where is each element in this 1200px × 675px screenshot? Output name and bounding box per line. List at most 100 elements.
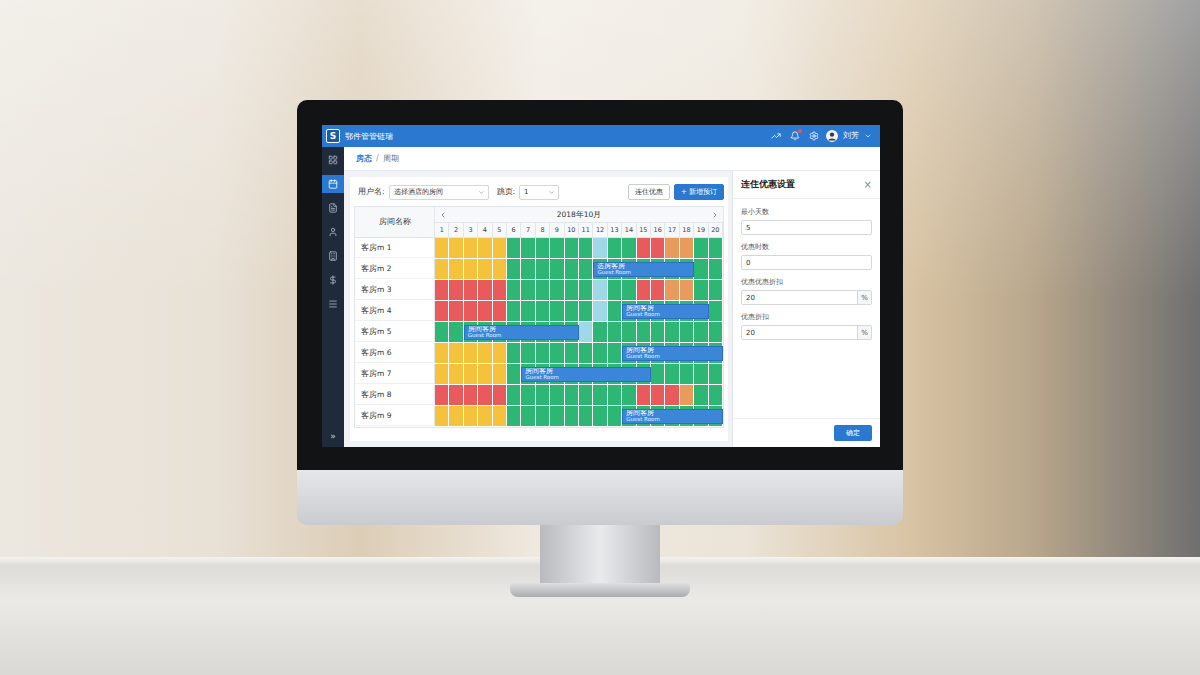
status-cell[interactable] (493, 385, 507, 405)
status-cell[interactable] (507, 301, 521, 321)
status-cell[interactable] (593, 406, 607, 426)
status-cell[interactable] (478, 343, 492, 363)
status-cell[interactable] (608, 301, 622, 321)
status-cell[interactable] (435, 406, 449, 426)
confirm-button[interactable]: 确定 (834, 425, 872, 441)
status-cell[interactable] (579, 322, 593, 342)
chevron-down-icon[interactable] (478, 189, 485, 196)
status-cell[interactable] (665, 364, 679, 384)
status-cell[interactable] (536, 343, 550, 363)
status-cell[interactable] (550, 259, 564, 279)
status-cell[interactable] (449, 343, 463, 363)
chart-icon[interactable] (771, 131, 781, 141)
status-cell[interactable] (593, 301, 607, 321)
status-cell[interactable] (651, 280, 665, 300)
status-cell[interactable] (435, 322, 449, 342)
status-cell[interactable] (521, 259, 535, 279)
status-cell[interactable] (579, 301, 593, 321)
prev-month-icon[interactable] (439, 211, 447, 219)
chevron-down-icon[interactable] (548, 189, 555, 196)
field-input[interactable]: 0 (741, 255, 872, 270)
booking-bar[interactable]: 房间客房Guest Room (622, 409, 723, 424)
next-month-icon[interactable] (711, 211, 719, 219)
breadcrumb-item[interactable]: 周期 (383, 153, 399, 164)
status-cell[interactable] (435, 343, 449, 363)
status-cell[interactable] (507, 364, 521, 384)
status-cell[interactable] (464, 280, 478, 300)
status-cell[interactable] (435, 280, 449, 300)
status-cell[interactable] (493, 343, 507, 363)
status-cell[interactable] (449, 280, 463, 300)
status-cell[interactable] (521, 406, 535, 426)
status-cell[interactable] (536, 280, 550, 300)
status-cell[interactable] (651, 364, 665, 384)
sidebar-item[interactable] (322, 151, 344, 169)
status-cell[interactable] (694, 259, 708, 279)
sidebar-item[interactable] (322, 247, 344, 265)
document-icon[interactable] (328, 203, 338, 213)
status-cell[interactable] (680, 280, 694, 300)
status-cell[interactable] (493, 238, 507, 258)
status-cell[interactable] (565, 238, 579, 258)
status-cell[interactable] (464, 343, 478, 363)
status-cell[interactable] (579, 259, 593, 279)
status-cell[interactable] (608, 322, 622, 342)
status-cell[interactable] (521, 238, 535, 258)
status-cell[interactable] (550, 301, 564, 321)
status-cell[interactable] (478, 238, 492, 258)
status-cell[interactable] (464, 238, 478, 258)
status-cell[interactable] (550, 343, 564, 363)
booking-bar[interactable]: 选房客房Guest Room (593, 262, 694, 277)
collapse-button[interactable]: » (330, 431, 336, 441)
status-cell[interactable] (449, 238, 463, 258)
status-cell[interactable] (622, 322, 636, 342)
status-cell[interactable] (651, 238, 665, 258)
status-cell[interactable] (608, 343, 622, 363)
sidebar-item[interactable] (322, 175, 344, 193)
gear-icon[interactable] (809, 131, 819, 141)
status-cell[interactable] (637, 322, 651, 342)
status-cell[interactable] (579, 280, 593, 300)
status-cell[interactable] (694, 385, 708, 405)
status-cell[interactable] (550, 406, 564, 426)
status-cell[interactable] (478, 406, 492, 426)
status-cell[interactable] (478, 364, 492, 384)
status-cell[interactable] (536, 238, 550, 258)
status-cell[interactable] (709, 301, 723, 321)
status-cell[interactable] (536, 259, 550, 279)
sidebar-item[interactable] (322, 271, 344, 289)
status-cell[interactable] (464, 406, 478, 426)
grid-icon[interactable] (328, 155, 338, 165)
status-cell[interactable] (478, 385, 492, 405)
discount-button[interactable]: 连住优惠 (628, 184, 670, 200)
status-cell[interactable] (521, 385, 535, 405)
status-cell[interactable] (709, 385, 723, 405)
status-cell[interactable] (593, 322, 607, 342)
status-cell[interactable] (637, 280, 651, 300)
filter-select[interactable]: 选择酒店的房间 (389, 185, 489, 200)
filter-select[interactable]: 1 (519, 185, 559, 200)
field-input[interactable]: 5 (741, 220, 872, 235)
booking-bar[interactable]: 房间客房Guest Room (464, 325, 579, 340)
menu-icon[interactable] (328, 299, 338, 309)
status-cell[interactable] (435, 238, 449, 258)
status-cell[interactable] (449, 322, 463, 342)
status-cell[interactable] (435, 259, 449, 279)
status-cell[interactable] (521, 280, 535, 300)
status-cell[interactable] (680, 322, 694, 342)
breadcrumb-item[interactable]: 房态 (356, 153, 372, 164)
status-cell[interactable] (507, 343, 521, 363)
calendar-icon[interactable] (328, 179, 338, 189)
status-cell[interactable] (449, 364, 463, 384)
status-cell[interactable] (521, 343, 535, 363)
status-cell[interactable] (478, 280, 492, 300)
status-cell[interactable] (478, 301, 492, 321)
status-cell[interactable] (507, 280, 521, 300)
status-cell[interactable] (593, 343, 607, 363)
status-cell[interactable] (622, 385, 636, 405)
status-cell[interactable] (493, 364, 507, 384)
status-cell[interactable] (680, 364, 694, 384)
status-cell[interactable] (694, 364, 708, 384)
stats-button[interactable] (769, 129, 783, 143)
status-cell[interactable] (651, 322, 665, 342)
